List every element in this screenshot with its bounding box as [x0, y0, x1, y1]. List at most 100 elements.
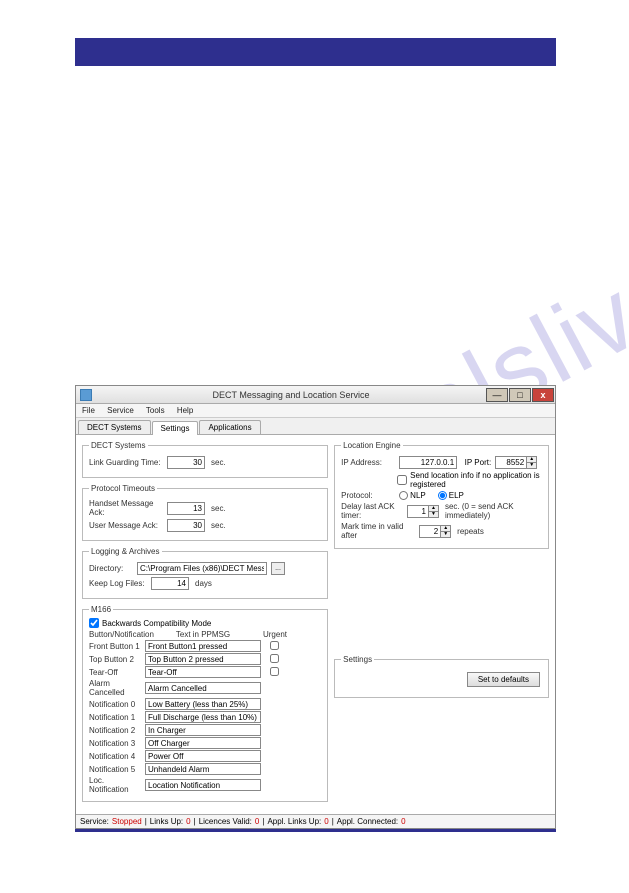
spin-down-icon[interactable]: ▼ — [526, 463, 536, 468]
spinner-port[interactable]: ▲▼ — [495, 456, 537, 469]
m166-text-input[interactable] — [145, 682, 261, 694]
status-service-value: Stopped — [112, 817, 142, 826]
input-mark[interactable] — [420, 526, 440, 537]
m166-row: Alarm Cancelled — [89, 679, 321, 697]
close-button[interactable]: x — [532, 388, 554, 402]
legend-protocol: Protocol Timeouts — [89, 484, 157, 493]
menu-tools[interactable]: Tools — [146, 406, 165, 415]
m166-row: Notification 0 — [89, 698, 321, 710]
m166-row-label: Tear-Off — [89, 668, 145, 677]
menubar: File Service Tools Help — [76, 404, 555, 418]
m166-row-label: Notification 2 — [89, 726, 145, 735]
label-keep-log: Keep Log Files: — [89, 579, 147, 588]
radio-elp[interactable]: ELP — [438, 491, 464, 500]
head-urgent: Urgent — [261, 630, 287, 639]
status-appl-links-label: Appl. Links Up: — [267, 817, 321, 826]
m166-row: Tear-Off — [89, 666, 321, 678]
group-logging: Logging & Archives Directory: ... Keep L… — [82, 547, 328, 599]
m166-urgent-checkbox[interactable] — [270, 667, 279, 676]
menu-file[interactable]: File — [82, 406, 95, 415]
unit-days: days — [195, 579, 212, 588]
spin-down-icon[interactable]: ▼ — [440, 532, 450, 537]
checkbox-send-location[interactable] — [397, 475, 407, 485]
right-column: Location Engine IP Address: IP Port: ▲▼ … — [334, 441, 549, 808]
input-link-guarding[interactable] — [167, 456, 205, 469]
group-dect-systems: DECT Systems Link Guarding Time: sec. — [82, 441, 328, 478]
browse-button[interactable]: ... — [271, 562, 285, 575]
content-area: DECT Systems Link Guarding Time: sec. Pr… — [76, 435, 555, 814]
status-appl-links-value: 0 — [324, 817, 328, 826]
label-mark-time: Mark time in valid after — [341, 522, 415, 540]
legend-m166: M166 — [89, 605, 113, 614]
m166-text-input[interactable] — [145, 737, 261, 749]
status-service-label: Service: — [80, 817, 109, 826]
m166-text-input[interactable] — [145, 653, 261, 665]
status-links-label: Links Up: — [150, 817, 183, 826]
spin-down-icon[interactable]: ▼ — [428, 512, 438, 517]
spinner-mark[interactable]: ▲▼ — [419, 525, 451, 538]
legend-settings: Settings — [341, 655, 374, 664]
radio-nlp[interactable]: NLP — [399, 491, 426, 500]
input-directory[interactable] — [137, 562, 267, 575]
m166-row-label: Loc. Notification — [89, 776, 145, 794]
minimize-button[interactable]: — — [486, 388, 508, 402]
input-user-ack[interactable] — [167, 519, 205, 532]
input-delay[interactable] — [408, 506, 428, 517]
menu-service[interactable]: Service — [107, 406, 134, 415]
menu-help[interactable]: Help — [177, 406, 193, 415]
status-licences-value: 0 — [255, 817, 259, 826]
app-icon — [80, 389, 92, 401]
unit-sec: sec. — [211, 458, 226, 467]
m166-row: Notification 1 — [89, 711, 321, 723]
m166-urgent-checkbox[interactable] — [270, 654, 279, 663]
tab-applications[interactable]: Applications — [199, 420, 260, 434]
m166-row: Notification 5 — [89, 763, 321, 775]
group-settings-actions: Settings Set to defaults — [334, 655, 549, 698]
m166-row-label: Front Button 1 — [89, 642, 145, 651]
m166-row: Front Button 1 — [89, 640, 321, 652]
radio-elp-label: ELP — [449, 491, 464, 500]
unit-sec: sec. — [211, 504, 226, 513]
hint-delay: sec. (0 = send ACK immediately) — [445, 502, 542, 520]
label-handset-ack: Handset Message Ack: — [89, 499, 163, 517]
m166-row-label: Top Button 2 — [89, 655, 145, 664]
tab-settings[interactable]: Settings — [152, 421, 199, 435]
m166-rows: Front Button 1 Top Button 2 Tear-Off Alarm … — [89, 640, 321, 794]
m166-text-input[interactable] — [145, 724, 261, 736]
label-compat-mode: Backwards Compatibility Mode — [102, 619, 211, 628]
m166-text-input[interactable] — [145, 779, 261, 791]
input-port[interactable] — [496, 457, 526, 468]
m166-row-label: Notification 5 — [89, 765, 145, 774]
m166-row: Loc. Notification — [89, 776, 321, 794]
label-send-location: Send location info if no application is … — [410, 471, 542, 489]
input-keep-log[interactable] — [151, 577, 189, 590]
m166-row-label: Notification 4 — [89, 752, 145, 761]
window-buttons: — □ x — [486, 388, 555, 402]
set-defaults-button[interactable]: Set to defaults — [467, 672, 540, 687]
m166-text-input[interactable] — [145, 763, 261, 775]
m166-text-input[interactable] — [145, 711, 261, 723]
radio-nlp-label: NLP — [410, 491, 426, 500]
tab-dect-systems[interactable]: DECT Systems — [78, 420, 151, 434]
maximize-button[interactable]: □ — [509, 388, 531, 402]
group-location-engine: Location Engine IP Address: IP Port: ▲▼ … — [334, 441, 549, 549]
input-handset-ack[interactable] — [167, 502, 205, 515]
m166-text-input[interactable] — [145, 666, 261, 678]
label-ip: IP Address: — [341, 458, 395, 467]
m166-text-input[interactable] — [145, 750, 261, 762]
statusbar: Service: Stopped | Links Up: 0 | Licence… — [76, 814, 555, 828]
status-links-value: 0 — [186, 817, 190, 826]
input-ip[interactable] — [399, 456, 457, 469]
label-user-ack: User Message Ack: — [89, 521, 163, 530]
status-licences-label: Licences Valid: — [199, 817, 252, 826]
m166-row-label: Notification 3 — [89, 739, 145, 748]
m166-row: Notification 3 — [89, 737, 321, 749]
m166-text-input[interactable] — [145, 698, 261, 710]
label-link-guarding: Link Guarding Time: — [89, 458, 163, 467]
m166-urgent-checkbox[interactable] — [270, 641, 279, 650]
label-port: IP Port: — [461, 458, 491, 467]
legend-logging: Logging & Archives — [89, 547, 162, 556]
checkbox-compat-mode[interactable] — [89, 618, 99, 628]
spinner-delay[interactable]: ▲▼ — [407, 505, 439, 518]
m166-text-input[interactable] — [145, 640, 261, 652]
